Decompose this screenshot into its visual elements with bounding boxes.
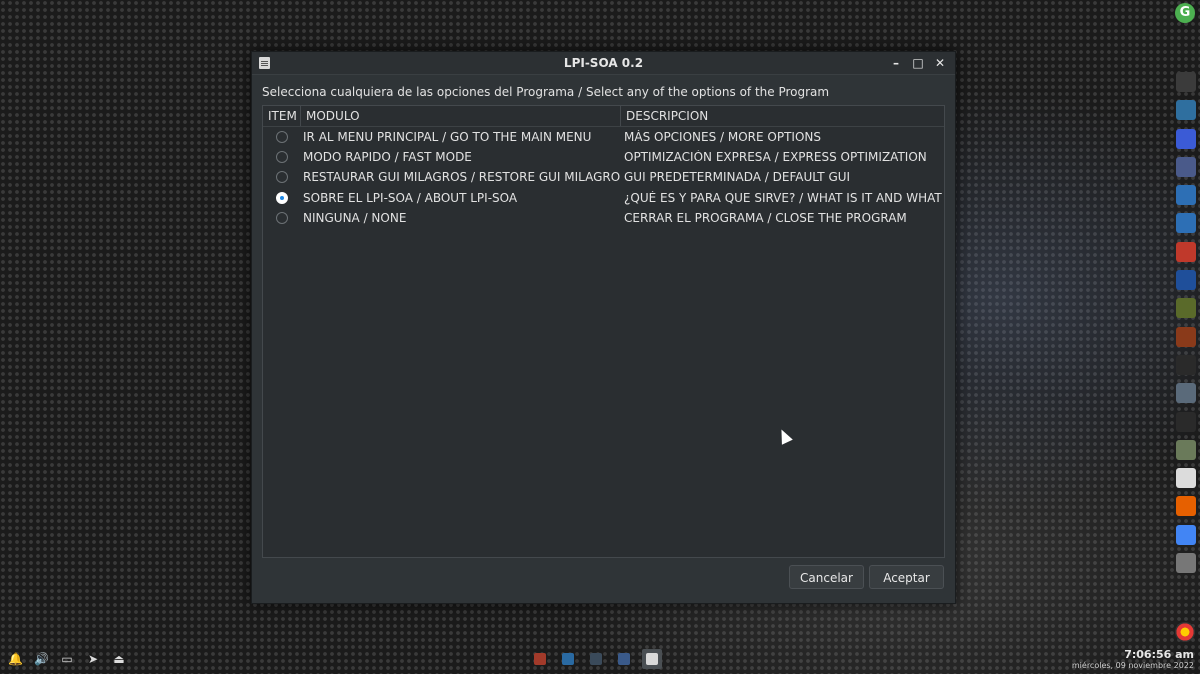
accept-button[interactable]: Aceptar	[869, 565, 944, 589]
table-row[interactable]: IR AL MENU PRINCIPAL / GO TO THE MAIN ME…	[263, 127, 944, 147]
telegram-icon[interactable]: ➤	[86, 652, 100, 666]
lpi-eye-icon[interactable]	[1175, 622, 1195, 642]
minimize-button[interactable]: –	[887, 52, 905, 74]
table-row[interactable]: RESTAURAR GUI MILAGROS / RESTORE GUI MIL…	[263, 167, 944, 187]
monitor-app-icon	[590, 653, 602, 665]
modulo-cell: IR AL MENU PRINCIPAL / GO TO THE MAIN ME…	[303, 130, 592, 145]
modulo-cell: RESTAURAR GUI MILAGROS / RESTORE GUI MIL…	[303, 170, 621, 185]
cursor-app-icon[interactable]	[1176, 185, 1196, 206]
descripcion-cell: ¿QUÉ ES Y PARA QUE SIRVE? / WHAT IS IT A…	[624, 190, 944, 205]
modulo-cell: MODO RAPIDO / FAST MODE	[303, 150, 472, 165]
taskbar-item[interactable]	[642, 649, 662, 669]
terminal-icon[interactable]	[1176, 411, 1196, 432]
titlebar[interactable]: LPI-SOA 0.2 – □ ✕	[252, 52, 955, 75]
table-body: IR AL MENU PRINCIPAL / GO TO THE MAIN ME…	[263, 127, 944, 228]
document-icon[interactable]	[1176, 468, 1196, 489]
cancel-button[interactable]: Cancelar	[789, 565, 864, 589]
descripcion-cell: GUI PREDETERMINADA / DEFAULT GUI	[624, 170, 851, 185]
taskbar-item[interactable]	[558, 649, 578, 669]
item-cell	[263, 151, 301, 164]
instruction-text: Selecciona cualquiera de las opciones de…	[262, 85, 830, 99]
option-radio[interactable]	[276, 191, 288, 204]
close-button[interactable]: ✕	[931, 52, 949, 74]
clock[interactable]: 7:06:56 am miércoles, 09 noviembre 2022	[1072, 648, 1194, 671]
options-table: ITEM MODULO DESCRIPCION IR AL MENU PRINC…	[262, 105, 945, 558]
descripcion-cell: CERRAR EL PROGRAMA / CLOSE THE PROGRAM	[624, 210, 907, 225]
item-cell	[263, 191, 301, 204]
column-header-descripcion[interactable]: DESCRIPCION	[621, 106, 944, 126]
lpi-eye-icon[interactable]	[1176, 326, 1196, 347]
option-radio[interactable]	[276, 211, 288, 224]
modulo-cell: NINGUNA / NONE	[303, 210, 407, 225]
blue-app-icon	[562, 653, 574, 665]
firefox-icon[interactable]	[1176, 496, 1196, 517]
tiles-icon[interactable]	[1176, 241, 1196, 262]
table-row[interactable]: SOBRE EL LPI-SOA / ABOUT LPI-SOA ¿QUÉ ES …	[263, 188, 944, 208]
column-header-modulo[interactable]: MODULO	[301, 106, 621, 126]
option-radio[interactable]	[276, 151, 288, 164]
maximize-button[interactable]: □	[909, 52, 927, 74]
list-app-icon[interactable]	[1176, 270, 1196, 291]
taskbar-item[interactable]	[614, 649, 634, 669]
eject-icon[interactable]: ⏏	[112, 652, 126, 666]
cloud-icon[interactable]	[1176, 383, 1196, 404]
system-tray: 🔔 🔊 ▭ ➤ ⏏	[8, 652, 126, 666]
volume-icon[interactable]: 🔊	[34, 652, 49, 666]
files-icon[interactable]	[1176, 439, 1196, 460]
screen-icon[interactable]: ▭	[60, 652, 74, 666]
cursor-app-2-icon[interactable]	[1176, 213, 1196, 234]
dark-app-icon[interactable]	[1176, 354, 1196, 375]
tools-icon[interactable]	[1176, 100, 1196, 121]
disk-icon[interactable]	[1176, 156, 1196, 177]
table-header: ITEM MODULO DESCRIPCION	[263, 106, 944, 127]
x-close-icon[interactable]	[1176, 72, 1196, 92]
equalizer-icon[interactable]	[1176, 298, 1196, 319]
descripcion-cell: OPTIMIZACIÓN EXPRESA / EXPRESS OPTIMIZAT…	[624, 150, 927, 165]
app-blue-icon[interactable]	[1176, 128, 1196, 149]
item-cell	[263, 131, 301, 144]
window-title: LPI-SOA 0.2	[563, 56, 644, 70]
google-icon[interactable]: G	[1175, 3, 1195, 23]
red-app-icon	[534, 653, 546, 665]
bell-icon[interactable]: 🔔	[8, 652, 23, 666]
taskbar	[530, 649, 662, 669]
modulo-cell: SOBRE EL LPI-SOA / ABOUT LPI-SOA	[303, 190, 518, 205]
column-header-item[interactable]: ITEM	[263, 106, 301, 126]
item-cell	[263, 211, 301, 224]
table-row[interactable]: NINGUNA / NONE CERRAR EL PROGRAMA / CLOSE…	[263, 208, 944, 228]
table-row[interactable]: MODO RAPIDO / FAST MODE OPTIMIZACIÓN EXPR…	[263, 147, 944, 167]
item-cell	[263, 171, 301, 184]
option-radio[interactable]	[276, 171, 288, 184]
descripcion-cell: MÁS OPCIONES / MORE OPTIONS	[624, 130, 822, 145]
clock-time: 7:06:56 am	[1124, 648, 1194, 661]
settings-icon[interactable]	[1176, 553, 1196, 574]
option-radio[interactable]	[276, 131, 288, 144]
taskbar-item[interactable]	[530, 649, 550, 669]
lpi-soa-dialog: LPI-SOA 0.2 – □ ✕ Selecciona cualquiera …	[251, 51, 956, 604]
chrome-icon[interactable]	[1176, 524, 1196, 545]
right-dock	[1174, 72, 1198, 581]
taskbar-item[interactable]	[586, 649, 606, 669]
window-app-icon	[618, 653, 630, 665]
lpi-soa-app-icon	[646, 653, 658, 665]
clock-date: miércoles, 09 noviembre 2022	[1071, 661, 1194, 670]
